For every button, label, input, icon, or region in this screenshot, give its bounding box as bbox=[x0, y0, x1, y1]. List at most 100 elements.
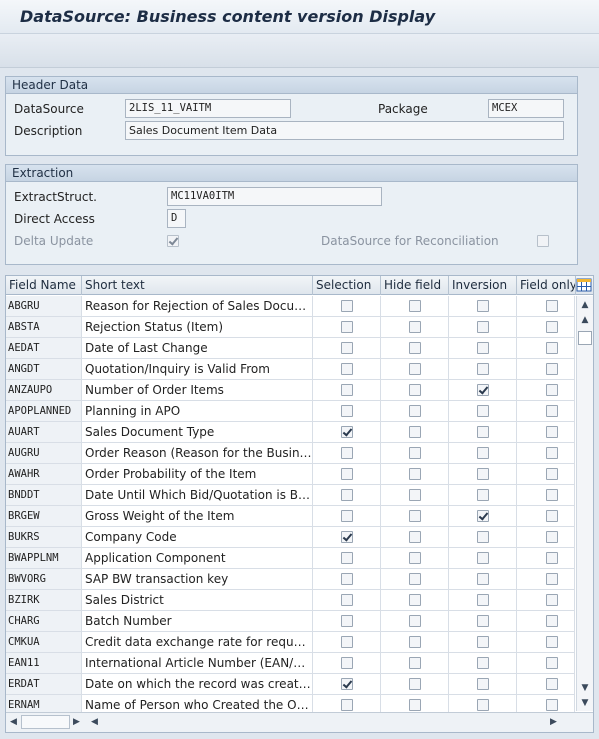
inversion-checkbox[interactable] bbox=[477, 594, 489, 606]
field-only-checkbox[interactable] bbox=[546, 384, 558, 396]
hide-field-checkbox[interactable] bbox=[409, 531, 421, 543]
horizontal-scroll-thumb[interactable] bbox=[21, 715, 70, 729]
field-only-checkbox[interactable] bbox=[546, 699, 558, 711]
table-row[interactable]: ERDAT Date on which the record was create… bbox=[6, 674, 575, 695]
table-settings-icon[interactable] bbox=[576, 277, 592, 293]
inversion-checkbox[interactable] bbox=[477, 615, 489, 627]
reconciliation-checkbox[interactable] bbox=[537, 235, 549, 247]
field-only-checkbox[interactable] bbox=[546, 531, 558, 543]
selection-checkbox[interactable] bbox=[341, 447, 353, 459]
inversion-checkbox[interactable] bbox=[477, 405, 489, 417]
field-only-checkbox[interactable] bbox=[546, 468, 558, 480]
selection-checkbox[interactable] bbox=[341, 321, 353, 333]
package-field[interactable]: MCEX bbox=[488, 99, 564, 118]
table-row[interactable]: ABSTA Rejection Status (Item) bbox=[6, 317, 575, 338]
scroll-down-icon[interactable]: ▼ bbox=[577, 681, 593, 695]
table-row[interactable]: BNDDT Date Until Which Bid/Quotation is B… bbox=[6, 485, 575, 506]
description-field[interactable]: Sales Document Item Data bbox=[125, 121, 564, 140]
selection-checkbox[interactable] bbox=[341, 405, 353, 417]
inversion-checkbox[interactable] bbox=[477, 636, 489, 648]
hide-field-checkbox[interactable] bbox=[409, 300, 421, 312]
column-header-hide-field[interactable]: Hide field bbox=[381, 276, 449, 295]
table-row[interactable]: EAN11 International Article Number (EAN/U… bbox=[6, 653, 575, 674]
column-header-selection[interactable]: Selection bbox=[313, 276, 381, 295]
selection-checkbox[interactable] bbox=[341, 636, 353, 648]
selection-checkbox[interactable] bbox=[341, 342, 353, 354]
selection-checkbox[interactable] bbox=[341, 426, 353, 438]
inversion-checkbox[interactable] bbox=[477, 678, 489, 690]
scroll-right-icon[interactable]: ▶ bbox=[73, 715, 80, 729]
vertical-scrollbar[interactable]: ▲ ▲ ▼ ▼ bbox=[576, 296, 593, 711]
hide-field-checkbox[interactable] bbox=[409, 510, 421, 522]
scroll-right-icon[interactable]: ▶ bbox=[550, 715, 557, 729]
field-only-checkbox[interactable] bbox=[546, 342, 558, 354]
hide-field-checkbox[interactable] bbox=[409, 489, 421, 501]
inversion-checkbox[interactable] bbox=[477, 573, 489, 585]
field-only-checkbox[interactable] bbox=[546, 678, 558, 690]
hide-field-checkbox[interactable] bbox=[409, 342, 421, 354]
table-row[interactable]: CMKUA Credit data exchange rate for reque… bbox=[6, 632, 575, 653]
selection-checkbox[interactable] bbox=[341, 384, 353, 396]
hide-field-checkbox[interactable] bbox=[409, 573, 421, 585]
field-only-checkbox[interactable] bbox=[546, 363, 558, 375]
inversion-checkbox[interactable] bbox=[477, 342, 489, 354]
selection-checkbox[interactable] bbox=[341, 657, 353, 669]
datasource-field[interactable]: 2LIS_11_VAITM bbox=[125, 99, 291, 118]
hide-field-checkbox[interactable] bbox=[409, 594, 421, 606]
inversion-checkbox[interactable] bbox=[477, 468, 489, 480]
inversion-checkbox[interactable] bbox=[477, 552, 489, 564]
table-row[interactable]: BWAPPLNM Application Component bbox=[6, 548, 575, 569]
table-row[interactable]: ANGDT Quotation/Inquiry is Valid From bbox=[6, 359, 575, 380]
column-header-inversion[interactable]: Inversion bbox=[449, 276, 517, 295]
inversion-checkbox[interactable] bbox=[477, 363, 489, 375]
table-row[interactable]: BZIRK Sales District bbox=[6, 590, 575, 611]
field-only-checkbox[interactable] bbox=[546, 573, 558, 585]
field-only-checkbox[interactable] bbox=[546, 552, 558, 564]
field-only-checkbox[interactable] bbox=[546, 657, 558, 669]
table-row[interactable]: BUKRS Company Code bbox=[6, 527, 575, 548]
inversion-checkbox[interactable] bbox=[477, 510, 489, 522]
scroll-down-icon[interactable]: ▼ bbox=[577, 696, 593, 710]
hide-field-checkbox[interactable] bbox=[409, 636, 421, 648]
column-header-field-name[interactable]: Field Name bbox=[6, 276, 82, 295]
field-only-checkbox[interactable] bbox=[546, 510, 558, 522]
hide-field-checkbox[interactable] bbox=[409, 447, 421, 459]
column-header-short-text[interactable]: Short text bbox=[82, 276, 313, 295]
hide-field-checkbox[interactable] bbox=[409, 657, 421, 669]
selection-checkbox[interactable] bbox=[341, 300, 353, 312]
inversion-checkbox[interactable] bbox=[477, 426, 489, 438]
selection-checkbox[interactable] bbox=[341, 615, 353, 627]
selection-checkbox[interactable] bbox=[341, 510, 353, 522]
inversion-checkbox[interactable] bbox=[477, 657, 489, 669]
table-row[interactable]: AEDAT Date of Last Change bbox=[6, 338, 575, 359]
column-header-field-only[interactable]: Field only... bbox=[517, 276, 576, 295]
inversion-checkbox[interactable] bbox=[477, 447, 489, 459]
scroll-up-icon[interactable]: ▲ bbox=[577, 313, 593, 327]
selection-checkbox[interactable] bbox=[341, 552, 353, 564]
selection-checkbox[interactable] bbox=[341, 531, 353, 543]
hide-field-checkbox[interactable] bbox=[409, 615, 421, 627]
selection-checkbox[interactable] bbox=[341, 468, 353, 480]
scroll-left-icon[interactable]: ◀ bbox=[10, 715, 17, 729]
delta-update-checkbox[interactable] bbox=[167, 235, 179, 247]
direct-access-field[interactable]: D bbox=[167, 209, 186, 228]
selection-checkbox[interactable] bbox=[341, 573, 353, 585]
table-row[interactable]: ANZAUPO Number of Order Items bbox=[6, 380, 575, 401]
hide-field-checkbox[interactable] bbox=[409, 678, 421, 690]
table-row[interactable]: ABGRU Reason for Rejection of Sales Docum… bbox=[6, 296, 575, 317]
table-row[interactable]: AUART Sales Document Type bbox=[6, 422, 575, 443]
hide-field-checkbox[interactable] bbox=[409, 468, 421, 480]
inversion-checkbox[interactable] bbox=[477, 321, 489, 333]
hide-field-checkbox[interactable] bbox=[409, 405, 421, 417]
field-only-checkbox[interactable] bbox=[546, 447, 558, 459]
field-only-checkbox[interactable] bbox=[546, 405, 558, 417]
table-row[interactable]: APOPLANNED Planning in APO bbox=[6, 401, 575, 422]
table-row[interactable]: AUGRU Order Reason (Reason for the Busine… bbox=[6, 443, 575, 464]
extractstruct-field[interactable]: MC11VA0ITM bbox=[167, 187, 382, 206]
table-row[interactable]: BWVORG SAP BW transaction key bbox=[6, 569, 575, 590]
field-only-checkbox[interactable] bbox=[546, 594, 558, 606]
inversion-checkbox[interactable] bbox=[477, 384, 489, 396]
inversion-checkbox[interactable] bbox=[477, 531, 489, 543]
field-only-checkbox[interactable] bbox=[546, 321, 558, 333]
table-row[interactable]: CHARG Batch Number bbox=[6, 611, 575, 632]
